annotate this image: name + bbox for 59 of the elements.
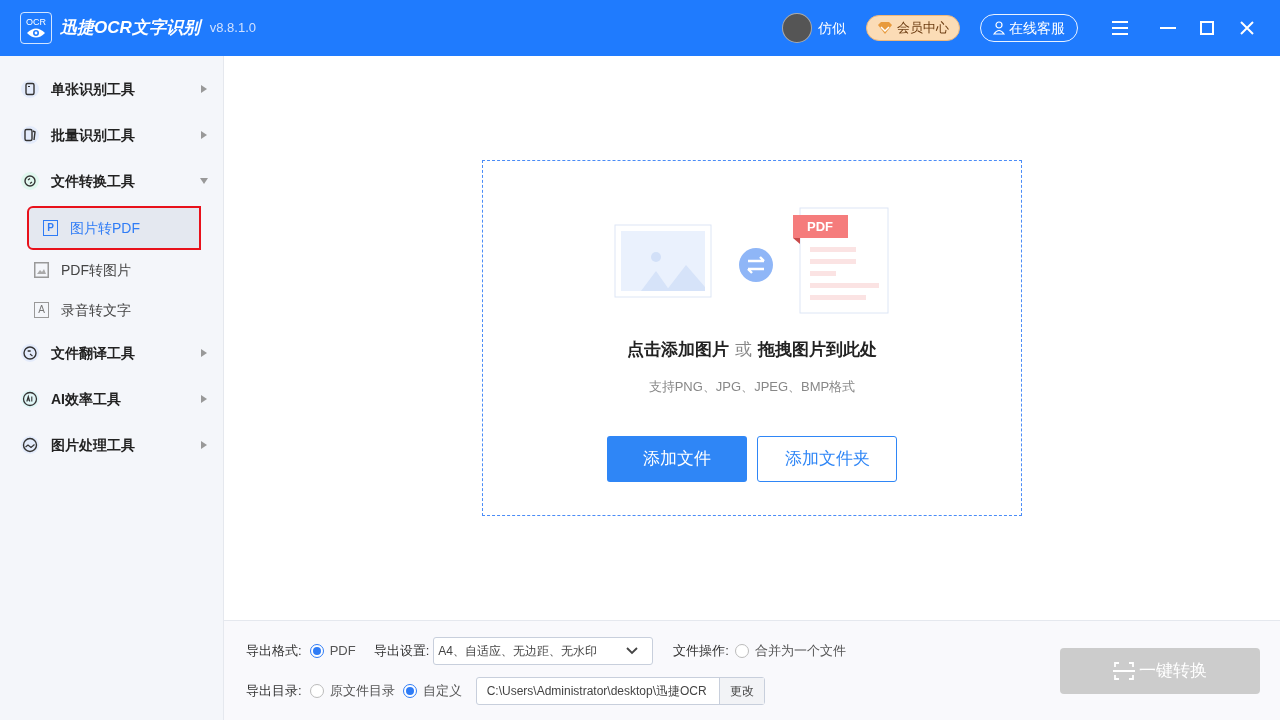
version-text: v8.8.1.0 xyxy=(209,19,257,38)
person-icon xyxy=(993,21,1005,35)
letter-icon: P xyxy=(43,220,58,236)
drop-title: 点击添加图片 xyxy=(627,339,729,361)
group-label: 文件翻译工具 xyxy=(51,343,136,363)
sidebar-group[interactable]: 单张识别工具 xyxy=(0,66,223,112)
drop-zone[interactable]: PDF 点击添加图片 或 拖拽图片到此处 支持PNG、JPG、JPEG、BMP格式 添加文件 添加文件夹 xyxy=(482,160,1022,516)
eye-icon xyxy=(26,26,46,39)
format-label: 导出格式: xyxy=(246,641,302,660)
radio-button[interactable] xyxy=(309,643,324,658)
close-icon[interactable] xyxy=(1240,21,1254,35)
sidebar-group[interactable]: 图片处理工具 xyxy=(0,422,223,468)
diamond-icon xyxy=(877,21,893,35)
radio-button[interactable] xyxy=(402,683,417,698)
or-text: 或 xyxy=(735,339,752,361)
radio-button[interactable] xyxy=(734,643,749,658)
group-label: 文件转换工具 xyxy=(51,171,136,191)
radio-button[interactable] xyxy=(309,683,324,698)
item-label: 图片转PDF xyxy=(70,218,140,238)
add-folder-button[interactable]: 添加文件夹 xyxy=(757,436,897,482)
sidebar-group[interactable]: AI效率工具 xyxy=(0,376,223,422)
add-file-button[interactable]: 添加文件 xyxy=(607,436,747,482)
radio-label: 原文件目录 xyxy=(329,681,395,700)
documents-icon xyxy=(21,126,39,144)
menu-icon[interactable] xyxy=(1112,21,1128,35)
item-label: 录音转文字 xyxy=(61,300,131,320)
picture-icon xyxy=(21,436,39,454)
directory-label: 导出目录: xyxy=(246,681,302,700)
refresh-icon xyxy=(21,172,39,190)
image-icon xyxy=(34,262,49,278)
ai-icon xyxy=(21,390,39,408)
username[interactable]: 仿似 xyxy=(818,17,846,39)
vip-center-button[interactable]: 会员中心 xyxy=(866,15,960,41)
item-label: PDF转图片 xyxy=(61,260,131,280)
chevron-down-icon xyxy=(626,646,639,655)
maximize-icon[interactable] xyxy=(1200,21,1214,35)
format-hint: 支持PNG、JPG、JPEG、BMP格式 xyxy=(648,377,856,396)
scan-icon xyxy=(1113,660,1135,681)
logo-text: OCR xyxy=(26,17,46,27)
settings-dropdown[interactable]: A4、自适应、无边距、无水印 xyxy=(433,636,654,665)
radio-label: 合并为一个文件 xyxy=(754,641,846,660)
group-label: 单张识别工具 xyxy=(51,79,136,99)
group-label: 批量识别工具 xyxy=(51,125,136,145)
settings-label: 导出设置: xyxy=(373,641,430,660)
translate-icon xyxy=(21,344,39,362)
drop-title: 拖拽图片到此处 xyxy=(758,339,877,361)
document-icon xyxy=(21,80,39,98)
group-label: 图片处理工具 xyxy=(51,435,136,455)
file-ops-label: 文件操作: xyxy=(673,641,729,660)
sidebar-group[interactable]: 文件转换工具 xyxy=(0,158,223,204)
sidebar-group[interactable]: 批量识别工具 xyxy=(0,112,223,158)
user-avatar[interactable] xyxy=(782,13,812,43)
sidebar-item[interactable]: PDF转图片 xyxy=(20,250,203,290)
sidebar-group[interactable]: 文件翻译工具 xyxy=(0,330,223,376)
letter-icon: A xyxy=(34,302,49,318)
sidebar-item[interactable]: A 录音转文字 xyxy=(20,290,203,330)
group-label: AI效率工具 xyxy=(51,389,122,409)
radio-label: 自定义 xyxy=(422,681,462,700)
radio-label: PDF xyxy=(329,641,356,660)
